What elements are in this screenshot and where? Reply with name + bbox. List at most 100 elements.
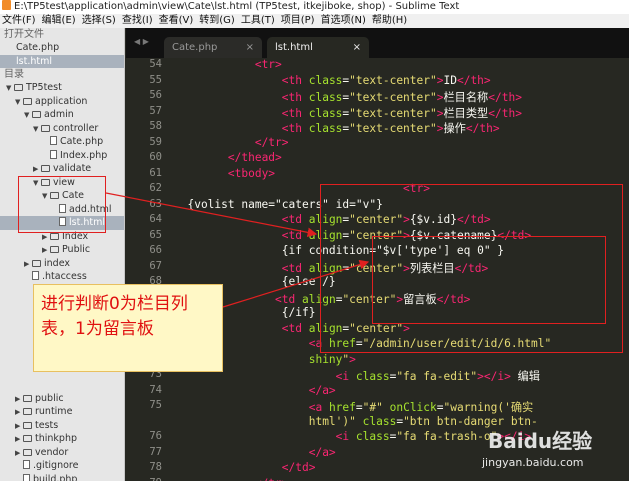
code-token: class [355, 370, 390, 383]
code-token: </th> [465, 122, 500, 135]
tree-item-label: Public [62, 244, 91, 255]
menu-item[interactable]: 查看(V) [159, 15, 194, 26]
folder-icon [23, 448, 32, 456]
folders-header: 目录 [4, 69, 24, 80]
disclosure-open-icon[interactable]: ▼ [15, 96, 23, 110]
menu-item[interactable]: 转到(G) [199, 15, 235, 26]
callout-text: 进行判断0为栏目列表，1为留言板 [41, 294, 188, 339]
tab-cate-php[interactable]: Cate.php × [164, 37, 262, 58]
tree-item-label: thinkphp [35, 433, 77, 444]
folder-item[interactable]: ▼ admin [0, 108, 124, 122]
menu-item[interactable]: 编辑(E) [42, 15, 76, 26]
close-icon[interactable]: × [353, 37, 361, 58]
disclosure-closed-icon[interactable]: ▶ [42, 244, 50, 258]
line-number: 63 [149, 197, 162, 210]
tab-label: Cate.php [172, 42, 218, 53]
folder-item[interactable]: ▶ validate [0, 162, 124, 176]
folder-item[interactable]: ▶ public [0, 392, 124, 406]
folder-item[interactable]: ▼ controller [0, 122, 124, 136]
code-token: 栏目类型 [443, 106, 489, 120]
code-token: "warning('确实 [443, 401, 534, 414]
watermark-url: jingyan.baidu.com [482, 456, 584, 469]
disclosure-closed-icon[interactable]: ▶ [24, 258, 32, 272]
line-number: 65 [149, 228, 162, 241]
tree-item-label: application [35, 95, 88, 107]
code-token: <tr> [254, 58, 282, 71]
tab-nav-arrows-icon[interactable]: ◀ ▶ [134, 37, 149, 46]
menu-item[interactable]: 项目(P) [281, 15, 315, 26]
line-number: 56 [149, 89, 162, 101]
folder-item[interactable]: ▶ tests [0, 419, 124, 433]
code-line: <i class="fa fa-edit"></i> 编辑 [174, 368, 540, 384]
line-number: 75 [149, 399, 162, 411]
watermark: Baidu经验 jingyan.baidu.com [478, 423, 623, 475]
disclosure-closed-icon[interactable]: ▶ [15, 433, 23, 447]
line-number: 66 [149, 244, 162, 256]
disclosure-open-icon[interactable]: ▼ [24, 109, 32, 123]
disclosure-closed-icon[interactable]: ▶ [15, 393, 23, 407]
line-number: 79 [126, 477, 162, 481]
code-token: </a> [308, 383, 336, 397]
file-item[interactable]: build.php [0, 473, 124, 481]
line-number: 62 [149, 182, 162, 194]
disclosure-closed-icon[interactable]: ▶ [15, 420, 23, 434]
folder-item[interactable]: ▶ runtime [0, 405, 124, 419]
code-line: <th class="text-center">栏目类型</th> [174, 105, 522, 121]
folder-item[interactable]: ▶ vendor [0, 446, 124, 460]
file-item[interactable]: .htaccess [0, 270, 124, 284]
code-token: onClick [389, 401, 437, 414]
code-token: "#" [362, 401, 383, 414]
disclosure-open-icon[interactable]: ▼ [33, 123, 41, 137]
disclosure-closed-icon[interactable]: ▶ [15, 406, 23, 420]
folder-icon [41, 165, 50, 172]
tree-row [0, 378, 124, 392]
code-token: 栏目名称 [443, 91, 489, 104]
disclosure-closed-icon[interactable]: ▶ [33, 163, 41, 177]
folder-item[interactable]: ▶ index [0, 257, 124, 271]
tree-item-label: public [35, 392, 64, 404]
open-file-label: lst.html [16, 55, 52, 67]
folder-item[interactable]: ▼ application [0, 95, 124, 109]
sublime-text-icon [2, 0, 11, 10]
disclosure-open-icon[interactable]: ▼ [6, 82, 14, 96]
code-token: class [308, 91, 343, 104]
disclosure-closed-icon[interactable]: ▶ [15, 447, 23, 461]
tree-item-label: vendor [35, 446, 69, 458]
file-icon [23, 460, 30, 469]
code-token: <i [335, 370, 356, 383]
tab-lst-html[interactable]: lst.html × [267, 37, 369, 58]
file-item[interactable]: Cate.php [0, 135, 124, 149]
menu-item[interactable]: 帮助(H) [372, 15, 407, 26]
code-line: <th class="text-center">ID</th> [174, 74, 491, 87]
code-token: "text-center" [349, 91, 437, 104]
menu-item[interactable]: 文件(F) [2, 15, 36, 26]
menu-item[interactable]: 选择(S) [82, 15, 116, 26]
code-token: class [308, 122, 343, 135]
code-token: class [308, 106, 343, 120]
menu-item[interactable]: 首选项(N) [321, 15, 366, 26]
open-files-header: 打开文件 [4, 29, 44, 40]
file-icon [23, 473, 30, 481]
file-item[interactable]: .gitignore [0, 459, 124, 473]
code-token: ID [443, 73, 457, 87]
code-token: <tbody> [227, 166, 276, 180]
folder-item[interactable]: ▶ thinkphp [0, 432, 124, 446]
folder-item[interactable]: ▶ Public [0, 243, 124, 257]
line-number: 60 [149, 151, 162, 163]
menu-item[interactable]: 工具(T) [241, 15, 275, 26]
close-icon[interactable]: × [246, 37, 254, 58]
folder-item[interactable]: ▼ TP5test [0, 81, 124, 95]
file-item[interactable]: Index.php [0, 149, 124, 163]
open-file-item[interactable]: lst.html [0, 54, 124, 68]
code-token: "text-center" [349, 73, 437, 87]
folder-icon [14, 84, 23, 91]
menu-item[interactable]: 查找(I) [122, 15, 153, 26]
open-file-item[interactable]: Cate.php [0, 41, 124, 55]
